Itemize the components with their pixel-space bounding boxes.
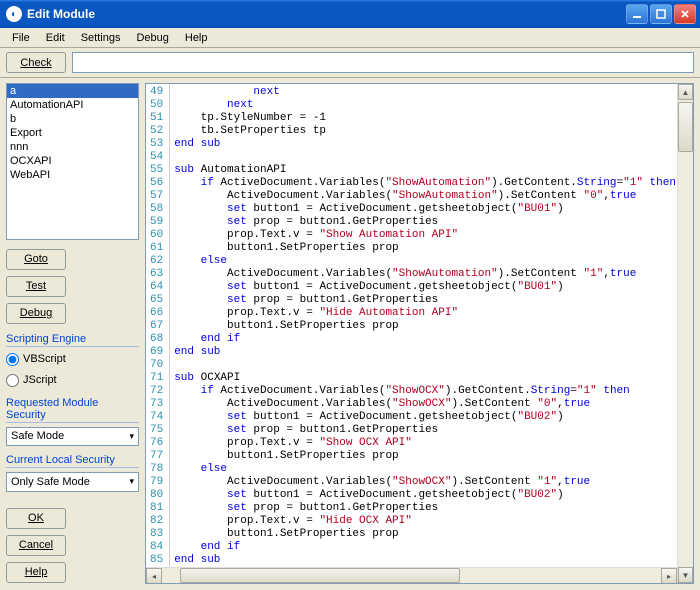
close-button[interactable]	[674, 4, 696, 24]
scroll-left-icon[interactable]: ◂	[146, 568, 162, 584]
menu-edit[interactable]: Edit	[38, 30, 73, 46]
hscroll-thumb[interactable]	[180, 568, 460, 583]
chevron-down-icon: ▾	[129, 431, 134, 442]
procedure-listbox[interactable]: aAutomationAPIbExportnnnOCXAPIWebAPI	[6, 83, 139, 240]
debug-button[interactable]: Debug	[6, 303, 66, 324]
line-gutter: 49 50 51 52 53 54 55 56 57 58 59 60 61 6…	[146, 84, 170, 583]
cancel-button[interactable]: Cancel	[6, 535, 66, 556]
minimize-button[interactable]	[626, 4, 648, 24]
horizontal-scrollbar[interactable]: ◂ ▸	[146, 567, 677, 583]
list-item[interactable]: b	[7, 112, 138, 126]
vertical-scrollbar[interactable]: ▲ ▼	[677, 84, 693, 583]
main-area: aAutomationAPIbExportnnnOCXAPIWebAPI Got…	[0, 78, 700, 590]
check-button[interactable]: Check	[6, 52, 66, 73]
toolbar: Check	[0, 48, 700, 78]
code-editor[interactable]: 49 50 51 52 53 54 55 56 57 58 59 60 61 6…	[145, 83, 694, 584]
menu-file[interactable]: File	[4, 30, 38, 46]
list-item[interactable]: Export	[7, 126, 138, 140]
list-item[interactable]: nnn	[7, 140, 138, 154]
scroll-thumb[interactable]	[678, 102, 693, 152]
scroll-up-icon[interactable]: ▲	[678, 84, 693, 100]
list-item[interactable]: WebAPI	[7, 168, 138, 182]
code-content[interactable]: next next tp.StyleNumber = -1 tb.SetProp…	[170, 84, 677, 583]
scripting-engine-label: Scripting Engine	[6, 333, 139, 347]
menubar: FileEditSettingsDebugHelp	[0, 28, 700, 48]
current-security-select[interactable]: Only Safe Mode ▾	[6, 472, 139, 491]
menu-settings[interactable]: Settings	[73, 30, 129, 46]
list-item[interactable]: a	[7, 84, 138, 98]
window-titlebar: ◐ Edit Module	[0, 0, 700, 28]
sidebar: aAutomationAPIbExportnnnOCXAPIWebAPI Got…	[6, 83, 139, 584]
toolbar-input[interactable]	[72, 52, 694, 73]
maximize-button[interactable]	[650, 4, 672, 24]
requested-security-select[interactable]: Safe Mode ▾	[6, 427, 139, 446]
scroll-down-icon[interactable]: ▼	[678, 567, 693, 583]
help-button[interactable]: Help	[6, 562, 66, 583]
goto-button[interactable]: Goto	[6, 249, 66, 270]
radio-jscript-input[interactable]	[6, 374, 19, 387]
radio-vbscript-input[interactable]	[6, 353, 19, 366]
window-title: Edit Module	[27, 7, 626, 21]
check-button-label: Check	[20, 57, 51, 69]
list-item[interactable]: AutomationAPI	[7, 98, 138, 112]
menu-help[interactable]: Help	[177, 30, 216, 46]
menu-debug[interactable]: Debug	[128, 30, 176, 46]
test-button[interactable]: Test	[6, 276, 66, 297]
radio-vbscript[interactable]: VBScript	[6, 351, 139, 368]
current-security-label: Current Local Security	[6, 454, 139, 468]
list-item[interactable]: OCXAPI	[7, 154, 138, 168]
scroll-right-icon[interactable]: ▸	[661, 568, 677, 584]
ok-button[interactable]: OK	[6, 508, 66, 529]
radio-jscript[interactable]: JScript	[6, 372, 139, 389]
chevron-down-icon: ▾	[129, 476, 134, 487]
app-icon: ◐	[6, 6, 22, 22]
requested-security-label: Requested Module Security	[6, 397, 139, 423]
